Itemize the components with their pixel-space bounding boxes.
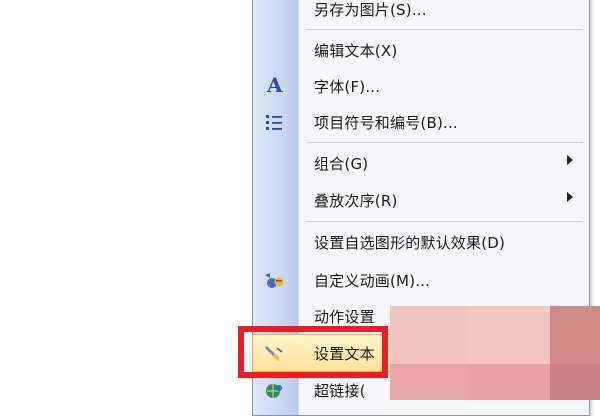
menu-item-label: 字体(F)...: [314, 78, 381, 96]
menu-item-label: 叠放次序(R): [314, 192, 398, 210]
menu-separator: [307, 142, 583, 143]
menu-item-edit-text[interactable]: 编辑文本(X): [253, 32, 589, 68]
font-icon: A: [267, 73, 283, 97]
highlight-annotation-box: [238, 326, 388, 378]
menu-item-bullets-numbering[interactable]: 项目符号和编号(B)...: [253, 104, 589, 140]
menu-item-font[interactable]: A 字体(F)...: [253, 68, 589, 104]
menu-item-set-autoshape-defaults[interactable]: 设置自选图形的默认效果(D): [253, 224, 589, 260]
menu-item-label: 组合(G): [314, 155, 369, 173]
submenu-arrow-icon: [567, 192, 573, 202]
menu-item-label: 编辑文本(X): [314, 42, 398, 60]
menu-separator: [307, 29, 583, 30]
menu-item-label: 超链接(: [314, 382, 366, 400]
menu-item-label: 动作设置: [314, 308, 375, 326]
menu-item-label: 另存为图片(S)...: [314, 1, 427, 19]
custom-animation-icon: [265, 273, 284, 288]
menu-item-label: 项目符号和编号(B)...: [314, 114, 458, 132]
menu-item-label: 自定义动画(M)...: [314, 272, 431, 290]
menu-item-save-as-picture[interactable]: 另存为图片(S)...: [253, 0, 589, 27]
menu-item-label: 设置自选图形的默认效果(D): [314, 234, 506, 252]
mosaic-watermark: [390, 306, 600, 400]
bullet-list-icon: [266, 115, 282, 130]
hyperlink-globe-icon: [266, 384, 282, 398]
submenu-arrow-icon: [567, 155, 573, 165]
menu-item-group[interactable]: 组合(G): [253, 145, 589, 181]
menu-separator: [307, 221, 583, 222]
menu-item-order[interactable]: 叠放次序(R): [253, 182, 589, 218]
menu-item-custom-animation[interactable]: 自定义动画(M)...: [253, 262, 589, 298]
